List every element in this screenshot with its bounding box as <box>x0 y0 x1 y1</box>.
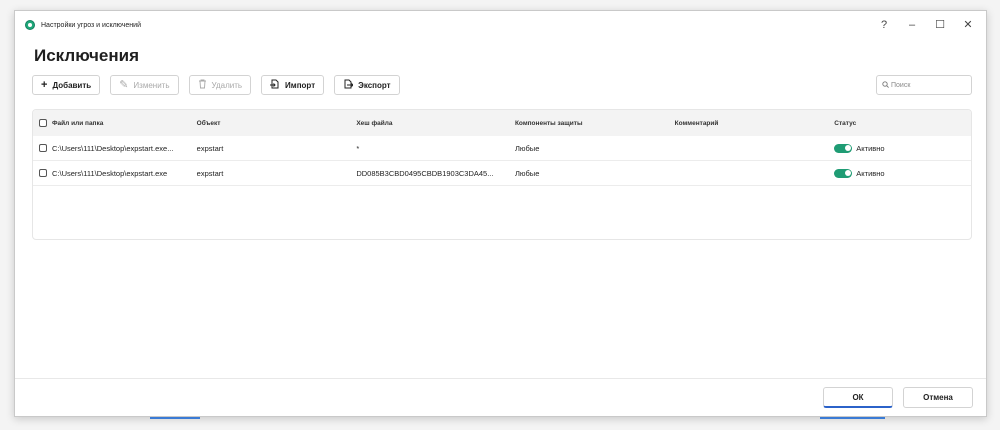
column-object[interactable]: Объект <box>191 120 351 127</box>
title-bar: Настройки угроз и исключений ? – ☐ ✕ <box>15 11 986 39</box>
search-input[interactable]: Поиск <box>876 75 972 95</box>
toolbar: + Добавить ✎ Изменить Удалить Импорт Экс… <box>32 75 410 95</box>
search-icon <box>882 80 889 90</box>
settings-window: Настройки угроз и исключений ? – ☐ ✕ Иск… <box>14 10 987 417</box>
edit-button[interactable]: ✎ Изменить <box>110 75 179 95</box>
cancel-button[interactable]: Отмена <box>903 387 973 408</box>
column-file: Файл или папка <box>33 119 191 127</box>
row-hash: DD085B3CBD0495CBDB1903C3DA45... <box>356 168 494 178</box>
row-checkbox[interactable] <box>39 144 47 152</box>
exclusions-table: Файл или папка Объект Хеш файла Компонен… <box>32 109 972 240</box>
row-file-cell: C:\Users\111\Desktop\expstart.exe <box>33 169 191 178</box>
status-toggle[interactable] <box>834 168 853 178</box>
window-title: Настройки угроз и исключений <box>41 21 141 29</box>
column-hash[interactable]: Хеш файла <box>350 120 509 127</box>
close-button[interactable]: ✕ <box>954 17 982 33</box>
pencil-icon: ✎ <box>119 78 129 91</box>
trash-icon <box>198 79 207 92</box>
table-row[interactable]: C:\Users\111\Desktop\expstart.exe expsta… <box>33 161 971 186</box>
import-icon <box>270 79 280 92</box>
row-object: expstart <box>196 168 224 178</box>
row-status: Активно <box>856 143 885 153</box>
row-hash: * <box>356 143 360 153</box>
window-controls: ? – ☐ ✕ <box>870 17 982 33</box>
search-placeholder: Поиск <box>891 81 911 89</box>
delete-button[interactable]: Удалить <box>188 75 252 95</box>
column-file-label: Файл или папка <box>52 119 104 127</box>
row-file: C:\Users\111\Desktop\expstart.exe... <box>52 143 174 153</box>
column-status[interactable]: Статус <box>828 120 971 127</box>
export-button[interactable]: Экспорт <box>334 75 400 95</box>
row-status-cell: Активно <box>828 143 971 153</box>
delete-button-label: Удалить <box>211 80 243 90</box>
column-comment[interactable]: Комментарий <box>669 120 829 127</box>
export-icon <box>343 79 354 92</box>
edit-button-label: Изменить <box>133 80 170 90</box>
row-status-cell: Активно <box>828 168 971 178</box>
maximize-button[interactable]: ☐ <box>926 17 954 33</box>
column-components[interactable]: Компоненты защиты <box>509 120 669 127</box>
import-button[interactable]: Импорт <box>261 75 325 95</box>
app-icon <box>25 20 35 30</box>
page-title: Исключения <box>34 46 140 65</box>
taskbar-accent <box>820 417 885 419</box>
plus-icon: + <box>41 78 48 91</box>
import-button-label: Импорт <box>285 80 316 90</box>
add-button[interactable]: + Добавить <box>32 75 101 95</box>
row-components: Любые <box>514 168 540 178</box>
table-header: Файл или папка Объект Хеш файла Компонен… <box>33 110 971 136</box>
footer-divider <box>15 378 986 379</box>
row-components: Любые <box>514 143 540 153</box>
row-status: Активно <box>856 168 885 178</box>
row-checkbox[interactable] <box>39 169 47 177</box>
minimize-button[interactable]: – <box>898 17 926 33</box>
row-file: C:\Users\111\Desktop\expstart.exe <box>52 168 168 178</box>
select-all-checkbox[interactable] <box>39 119 47 127</box>
add-button-label: Добавить <box>52 80 92 90</box>
help-button[interactable]: ? <box>870 17 898 33</box>
status-toggle[interactable] <box>834 143 853 153</box>
export-button-label: Экспорт <box>358 80 391 90</box>
ok-button[interactable]: ОК <box>823 387 893 408</box>
toggle-knob <box>844 170 851 176</box>
row-file-cell: C:\Users\111\Desktop\expstart.exe... <box>33 144 191 153</box>
taskbar-accent <box>150 417 200 419</box>
table-row[interactable]: C:\Users\111\Desktop\expstart.exe... exp… <box>33 136 971 161</box>
row-object: expstart <box>196 143 224 153</box>
toggle-knob <box>844 145 851 151</box>
